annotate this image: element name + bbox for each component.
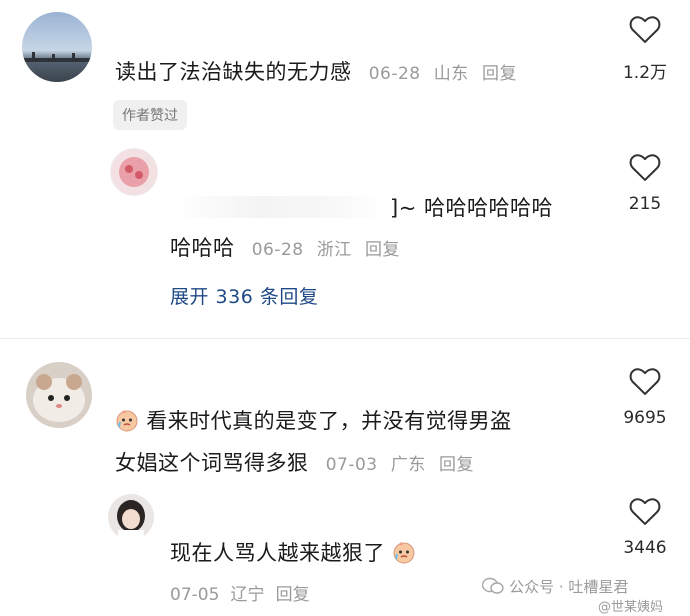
wechat-icon bbox=[481, 577, 504, 594]
avatar[interactable] bbox=[22, 12, 92, 82]
like-count: 9695 bbox=[623, 408, 667, 428]
comment-location: 山东 bbox=[433, 64, 469, 84]
reply-button[interactable]: 回复 bbox=[482, 64, 517, 84]
watermark: 公众号 · 吐槽星君 bbox=[481, 576, 629, 597]
avatar[interactable] bbox=[108, 494, 154, 540]
heart-icon bbox=[629, 154, 661, 181]
comment-location: 广东 bbox=[390, 455, 426, 475]
divider bbox=[0, 338, 690, 339]
avatar-image bbox=[22, 52, 92, 62]
heart-icon bbox=[629, 16, 661, 43]
reply-date: 07-05 bbox=[170, 585, 220, 605]
crying-face-icon bbox=[116, 410, 138, 432]
reply-button[interactable]: 回复 bbox=[439, 455, 474, 475]
blurred-text bbox=[172, 196, 387, 218]
like-button[interactable]: 1.2万 bbox=[610, 14, 680, 83]
author-liked-badge: 作者赞过 bbox=[113, 100, 187, 130]
comment-body: 女娼这个词骂得多狠 bbox=[115, 451, 309, 475]
avatar-image bbox=[119, 157, 149, 187]
avatar-image bbox=[33, 374, 85, 422]
heart-icon bbox=[629, 498, 661, 525]
like-button[interactable]: 9695 bbox=[610, 366, 680, 428]
comment-text: 读出了法治缺失的无力感 06-28 山东 回复 bbox=[115, 56, 517, 86]
like-count: 3446 bbox=[623, 538, 667, 558]
comment-text-line2: 女娼这个词骂得多狠 07-03 广东 回复 bbox=[115, 447, 474, 477]
like-count: 1.2万 bbox=[622, 63, 668, 83]
heart-icon bbox=[629, 368, 661, 395]
comment-text-line1: 看来时代真的是变了，并没有觉得男盗 bbox=[115, 405, 512, 435]
reply-body: 现在人骂人越来越狠了 bbox=[170, 541, 385, 565]
like-count: 215 bbox=[628, 194, 662, 214]
watermark-secondary: @世某姨妈 bbox=[598, 600, 664, 615]
reply-text: 现在人骂人越来越狠了 bbox=[170, 537, 416, 567]
like-button[interactable]: 3446 bbox=[610, 496, 680, 558]
watermark-text: 公众号 · 吐槽星君 bbox=[509, 578, 629, 596]
avatar[interactable] bbox=[110, 148, 158, 196]
comment-date: 06-28 bbox=[368, 64, 421, 84]
avatar-image bbox=[117, 500, 145, 540]
like-button[interactable]: 215 bbox=[610, 152, 680, 214]
comment-date: 07-03 bbox=[325, 455, 378, 475]
reply-location: 辽宁 bbox=[230, 585, 265, 605]
reply-button[interactable]: 回复 bbox=[365, 240, 400, 260]
avatar[interactable] bbox=[26, 362, 92, 428]
expand-replies-link[interactable]: 展开 336 条回复 bbox=[170, 282, 318, 309]
crying-face-icon bbox=[393, 542, 415, 564]
reply-date: 06-28 bbox=[251, 240, 304, 260]
reply-button[interactable]: 回复 bbox=[276, 585, 310, 605]
reply-body: 哈哈哈 bbox=[170, 236, 235, 260]
reply-text-line1: ]~ 哈哈哈哈哈哈 bbox=[390, 196, 553, 220]
reply-location: 浙江 bbox=[316, 240, 352, 260]
reply-meta: 07-05 辽宁 回复 bbox=[170, 580, 310, 605]
reply-text-line2: 哈哈哈 06-28 浙江 回复 bbox=[170, 232, 400, 262]
comment-body: 看来时代真的是变了，并没有觉得男盗 bbox=[146, 409, 512, 433]
comment-body: 读出了法治缺失的无力感 bbox=[115, 60, 352, 84]
